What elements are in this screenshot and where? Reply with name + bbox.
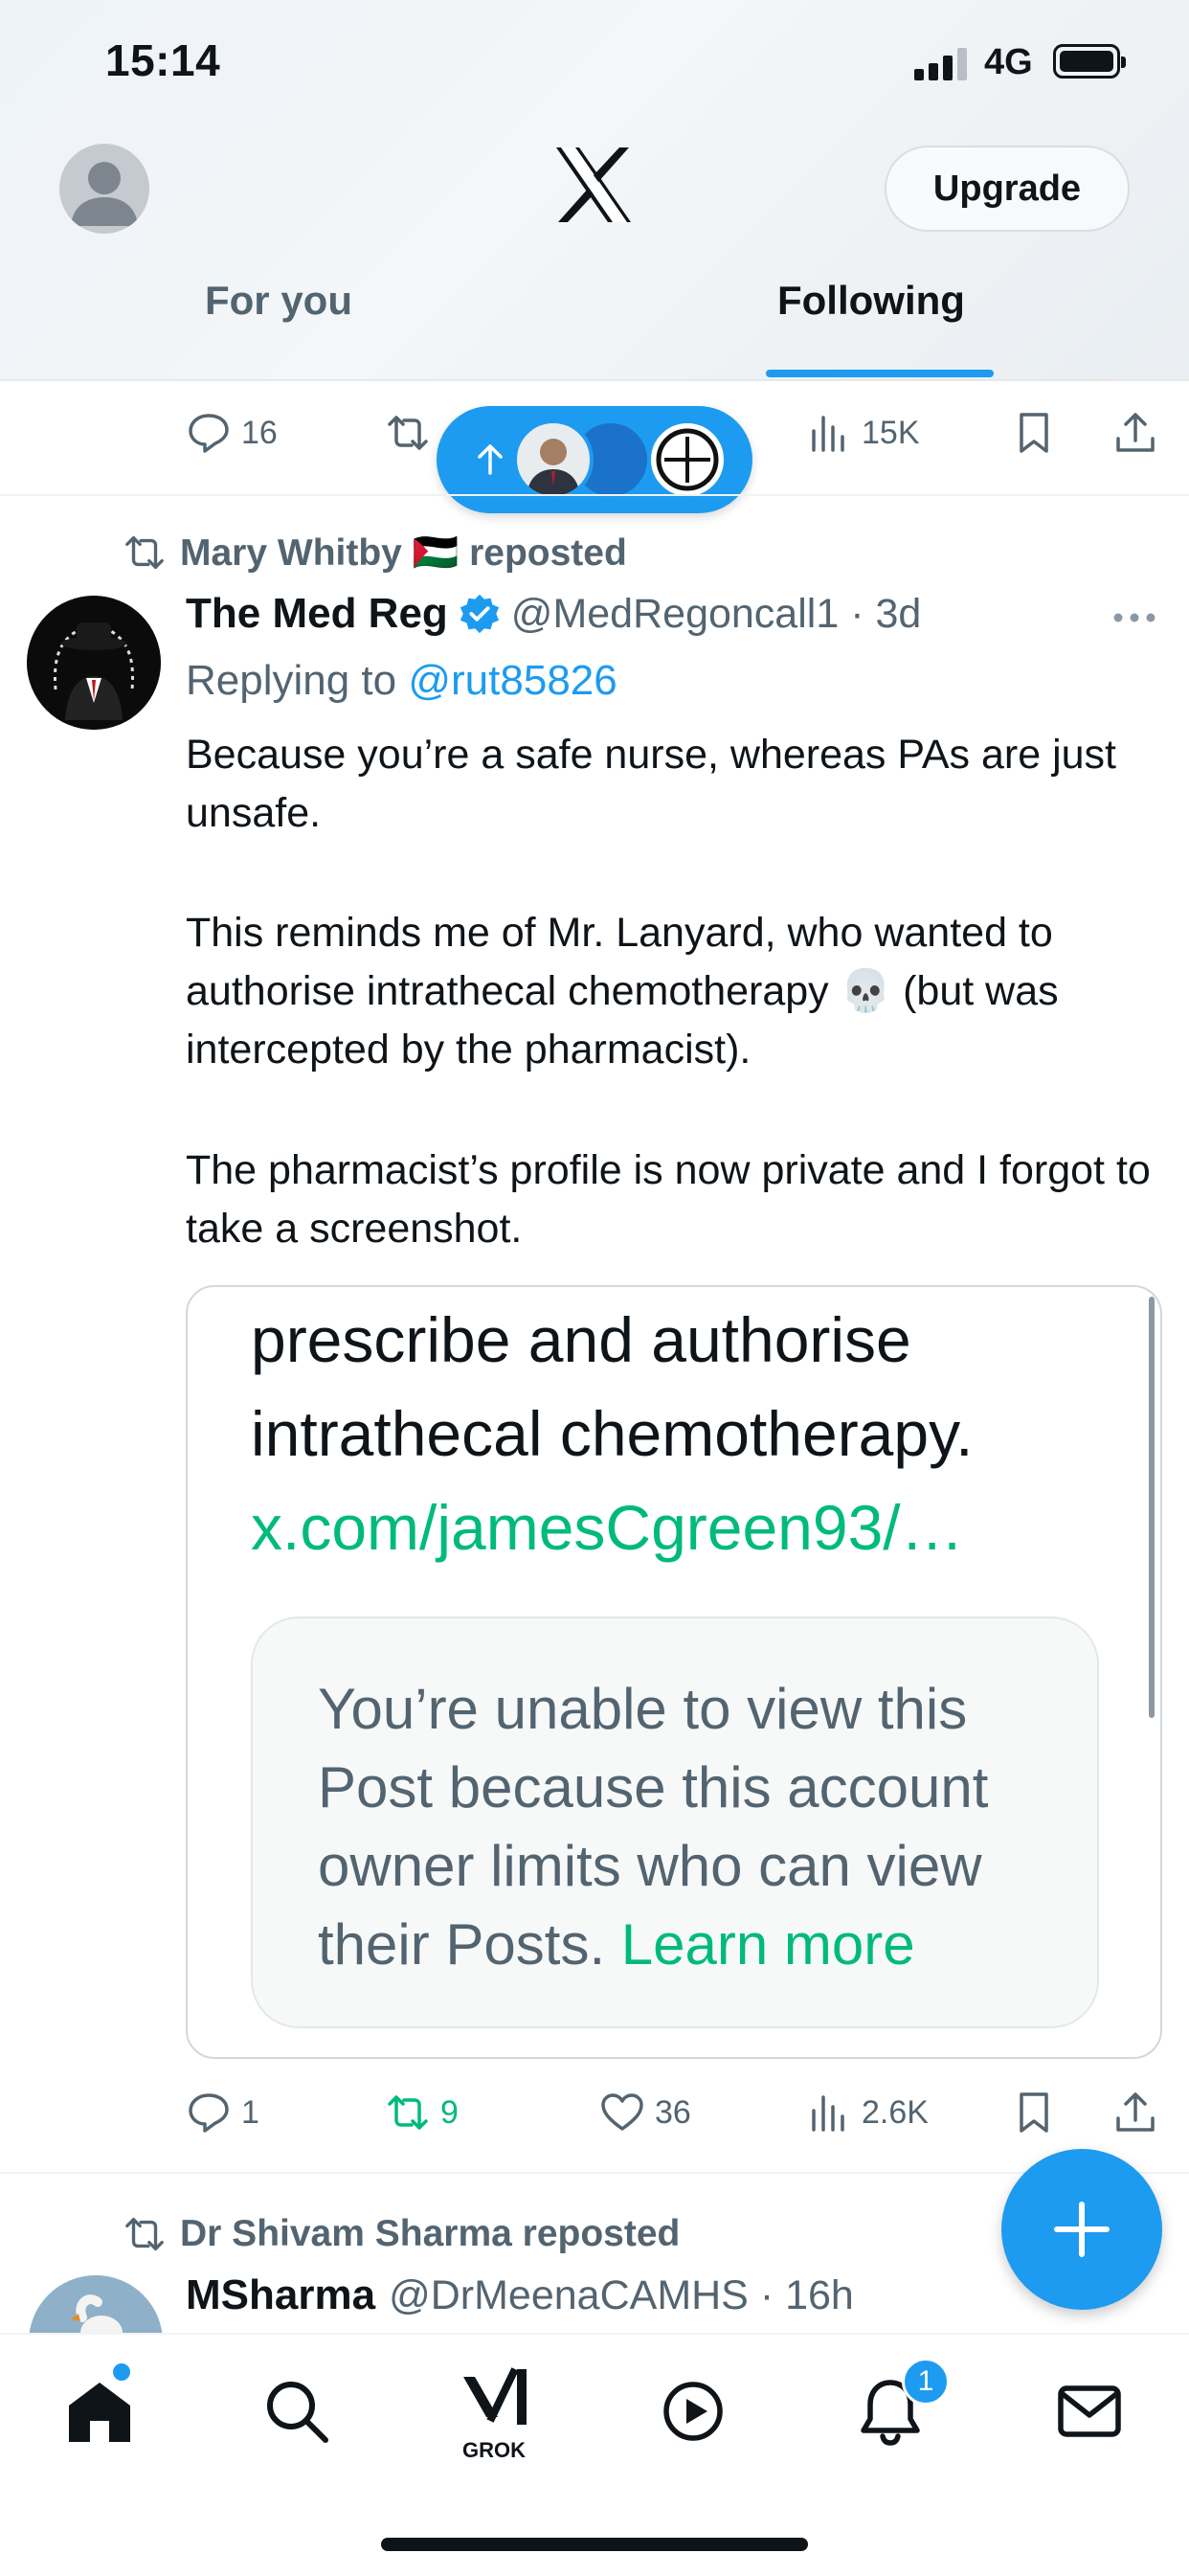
reply-count: 1: [241, 2093, 259, 2131]
repost-context-label: Mary Whitby 🇵🇸 reposted: [180, 532, 627, 574]
poster-avatar-0: [513, 419, 594, 500]
active-tab-indicator: [766, 370, 994, 377]
repost-button[interactable]: [385, 410, 431, 456]
profile-avatar[interactable]: [59, 144, 149, 234]
repost-context[interactable]: Dr Shivam Sharma reposted: [123, 2212, 680, 2256]
poster-avatar-2: [647, 419, 728, 500]
share-button[interactable]: [1112, 2090, 1158, 2135]
repost-icon: [388, 2095, 428, 2130]
author-handle[interactable]: @MedRegoncall1: [511, 591, 839, 638]
bottom-tab-bar: GROK 1: [0, 2333, 1189, 2576]
unavailable-post-notice: You’re unable to view this Post because …: [251, 1616, 1099, 2028]
repost-icon: [125, 2217, 164, 2251]
replying-to: Replying to @rut85826: [186, 657, 617, 705]
post-text-paragraph: This reminds me of Mr. Lanyard, who want…: [186, 910, 1059, 1073]
share-button[interactable]: [1112, 410, 1158, 456]
upgrade-button[interactable]: Upgrade: [885, 146, 1130, 232]
tab-following[interactable]: Following: [777, 278, 965, 324]
divider: [0, 2172, 1189, 2174]
arrow-up-icon: [478, 444, 503, 475]
notification-badge: 1: [902, 2358, 950, 2406]
embedded-line: intrathecal chemotherapy.: [251, 1398, 974, 1469]
replying-to-prefix: Replying to: [186, 657, 409, 704]
top-header: 15:14 4G Upgrade For you Following: [0, 0, 1189, 381]
bookmark-icon: [1020, 2092, 1048, 2133]
repost-icon: [388, 416, 428, 450]
share-icon: [1116, 2092, 1155, 2132]
post-timestamp[interactable]: 16h: [785, 2272, 854, 2319]
grok-icon[interactable]: [456, 2361, 532, 2438]
views-icon: [812, 2095, 844, 2132]
embedded-link[interactable]: x.com/jamesCgreen93/…: [251, 1480, 974, 1574]
views-button[interactable]: 2.6K: [806, 2090, 929, 2135]
reply-icon: [189, 2093, 229, 2133]
compose-post-button[interactable]: [1001, 2149, 1162, 2310]
notice-text: You’re unable to view this Post because …: [318, 1670, 1045, 1984]
divider: [0, 494, 1189, 496]
grok-label: GROK: [462, 2438, 526, 2462]
views-count: 15K: [862, 414, 920, 451]
replying-to-handle[interactable]: @rut85826: [408, 657, 617, 704]
bookmark-button[interactable]: [1011, 410, 1057, 456]
post-header: The Med Reg @MedRegoncall1 · 3d: [186, 590, 921, 638]
repost-context-label: Dr Shivam Sharma reposted: [180, 2213, 681, 2254]
like-button[interactable]: 36: [599, 2090, 691, 2135]
battery-icon: [1053, 44, 1126, 79]
repost-context[interactable]: Mary Whitby 🇵🇸 reposted: [123, 531, 627, 575]
reply-icon: [189, 414, 229, 453]
network-label: 4G: [984, 42, 1033, 82]
video-play-icon[interactable]: [655, 2373, 731, 2450]
post-text-paragraph: Because you’re a safe nurse, whereas PAs…: [186, 732, 1116, 836]
author-name[interactable]: MSharma: [186, 2271, 375, 2319]
like-count: 36: [655, 2093, 691, 2131]
signal-icon: [914, 48, 972, 80]
reply-button[interactable]: 16: [186, 410, 278, 456]
author-avatar[interactable]: [27, 596, 161, 730]
author-handle[interactable]: @DrMeenaCAMHS: [389, 2272, 749, 2319]
post-header: MSharma @DrMeenaCAMHS · 16h: [186, 2271, 854, 2319]
bookmark-icon: [1020, 413, 1048, 453]
plus-icon: [1054, 2202, 1110, 2257]
author-name[interactable]: The Med Reg: [186, 590, 448, 638]
repost-icon: [125, 535, 164, 570]
learn-more-link[interactable]: Learn more: [621, 1912, 915, 1977]
x-logo-icon[interactable]: [550, 142, 637, 228]
post-timestamp[interactable]: 3d: [875, 591, 921, 638]
new-posts-pill[interactable]: [437, 406, 752, 513]
embedded-line: prescribe and authorise: [251, 1304, 911, 1375]
views-count: 2.6K: [862, 2093, 929, 2131]
person-icon: [71, 162, 138, 226]
tab-for-you[interactable]: For you: [205, 278, 352, 324]
views-button[interactable]: 15K: [806, 410, 920, 456]
verified-badge-icon: [460, 594, 499, 634]
more-options-icon[interactable]: [1110, 603, 1158, 632]
search-icon[interactable]: [258, 2373, 335, 2450]
bookmark-button[interactable]: [1011, 2090, 1057, 2135]
embedded-image-card[interactable]: prescribe and authorise intrathecal chem…: [186, 1285, 1162, 2059]
repost-count: 9: [440, 2093, 459, 2131]
embedded-text: prescribe and authorise intrathecal chem…: [251, 1293, 974, 1574]
mail-icon[interactable]: [1051, 2373, 1128, 2450]
home-icon[interactable]: [61, 2373, 138, 2450]
share-icon: [1116, 413, 1155, 452]
meta-separator: ·: [748, 2271, 786, 2318]
scrollbar: [1149, 1297, 1155, 1718]
home-indicator[interactable]: [381, 2538, 808, 2551]
views-icon: [812, 416, 844, 452]
post-text-paragraph: The pharmacist’s profile is now private …: [186, 1147, 1151, 1252]
reply-count: 16: [241, 414, 278, 451]
reply-button[interactable]: 1: [186, 2090, 259, 2135]
heart-icon: [601, 2093, 643, 2131]
status-time: 15:14: [105, 35, 221, 85]
meta-separator: ·: [839, 590, 876, 637]
home-unread-dot: [113, 2363, 130, 2381]
repost-button[interactable]: 9: [385, 2090, 459, 2135]
